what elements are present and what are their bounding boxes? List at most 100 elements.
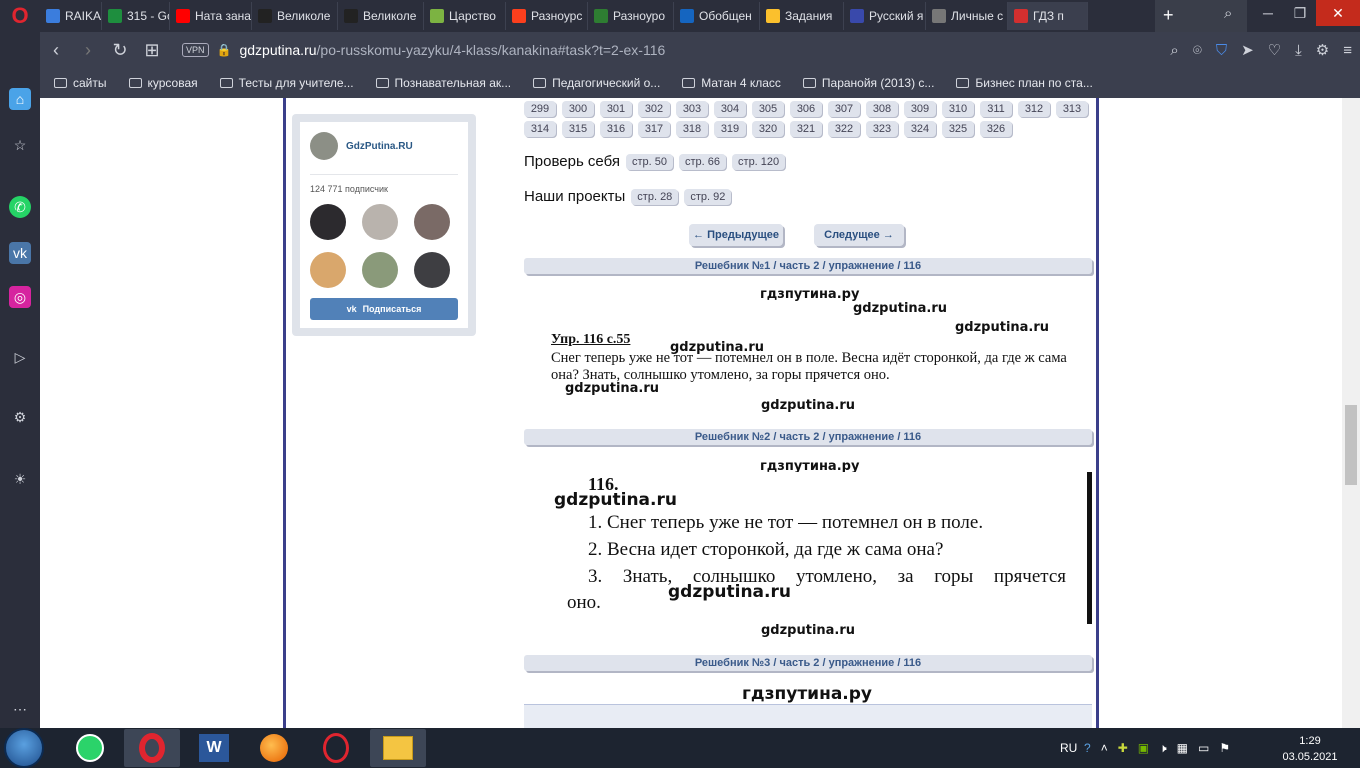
home-icon[interactable]: ⌂: [9, 88, 31, 110]
section-bar-2[interactable]: Решебник №2 / часть 2 / упражнение / 116: [524, 429, 1092, 445]
bookmark-item[interactable]: Познавательная ак...: [375, 76, 511, 90]
vk-icon[interactable]: vk: [9, 242, 31, 264]
page-link[interactable]: 308: [866, 101, 898, 117]
tabs-grid-icon[interactable]: ⊞: [136, 40, 168, 61]
page-link[interactable]: 301: [600, 101, 632, 117]
vk-subscribe-button[interactable]: vk Подписаться: [310, 298, 458, 320]
page-link[interactable]: 309: [904, 101, 936, 117]
search-icon[interactable]: ⌕: [1170, 42, 1178, 59]
avatar[interactable]: [362, 204, 398, 240]
word-icon[interactable]: W: [186, 729, 242, 767]
minimize-button[interactable]: ─: [1252, 0, 1284, 26]
reload-button[interactable]: ↻: [104, 40, 136, 61]
page-link[interactable]: 303: [676, 101, 708, 117]
vpn-badge[interactable]: VPN: [182, 43, 209, 57]
page-link[interactable]: 322: [828, 121, 860, 137]
flag-icon[interactable]: ⚑: [1219, 741, 1230, 755]
page-link[interactable]: 307: [828, 101, 860, 117]
section-bar-1[interactable]: Решебник №1 / часть 2 / упражнение / 116: [524, 258, 1092, 274]
browser-tab[interactable]: Разноурс: [506, 2, 588, 30]
page-link[interactable]: 316: [600, 121, 632, 137]
browser-tab[interactable]: Великоле: [338, 2, 424, 30]
page-link[interactable]: 320: [752, 121, 784, 137]
cloud-app-icon[interactable]: [62, 729, 118, 767]
bookmark-item[interactable]: Тесты для учителе...: [219, 76, 354, 90]
network-icon[interactable]: ▦: [1177, 741, 1188, 755]
browser-tab[interactable]: Русский я: [844, 2, 926, 30]
back-button[interactable]: ‹: [40, 40, 72, 61]
page-link[interactable]: 317: [638, 121, 670, 137]
page-link[interactable]: стр. 50: [626, 153, 674, 170]
page-link[interactable]: стр. 28: [631, 188, 679, 205]
page-link[interactable]: 304: [714, 101, 746, 117]
page-link[interactable]: 326: [980, 121, 1012, 137]
browser-tab[interactable]: Великоле: [252, 2, 338, 30]
page-link[interactable]: 305: [752, 101, 784, 117]
app-tray-icon[interactable]: ✚: [1118, 741, 1128, 755]
avatar[interactable]: [362, 252, 398, 288]
browser-tab[interactable]: Разноуро: [588, 2, 674, 30]
page-link[interactable]: 321: [790, 121, 822, 137]
player-icon[interactable]: ▷: [9, 346, 31, 368]
next-button[interactable]: Следущее →: [814, 224, 904, 246]
clock[interactable]: 1:29 03.05.2021: [1282, 733, 1338, 765]
page-link[interactable]: 313: [1056, 101, 1088, 117]
browser-tab[interactable]: 315 - Goo: [102, 2, 170, 30]
heart-icon[interactable]: ♡: [1268, 41, 1281, 59]
close-window-button[interactable]: ✕: [1316, 0, 1360, 26]
page-link[interactable]: стр. 120: [732, 153, 786, 170]
extensions-icon[interactable]: ⚙: [1316, 41, 1329, 59]
tab-search-icon[interactable]: ⌕: [1224, 5, 1232, 22]
download-icon[interactable]: ⤓: [1295, 42, 1302, 59]
whatsapp-icon[interactable]: ✆: [9, 196, 31, 218]
page-link[interactable]: стр. 66: [679, 153, 727, 170]
camera-icon[interactable]: ⌾: [1193, 42, 1202, 59]
browser-tab[interactable]: Личные с: [926, 2, 1008, 30]
avatar[interactable]: [414, 252, 450, 288]
section-bar-3[interactable]: Решебник №3 / часть 2 / упражнение / 116: [524, 655, 1092, 671]
maximize-button[interactable]: ❐: [1284, 0, 1316, 26]
scrollbar-thumb[interactable]: [1345, 405, 1357, 485]
lock-icon[interactable]: 🔒: [217, 43, 232, 57]
page-link[interactable]: 310: [942, 101, 974, 117]
browser-tab[interactable]: RAIKAHO: [40, 2, 102, 30]
shield-icon[interactable]: ⛉: [1216, 42, 1227, 59]
bookmark-item[interactable]: Педагогический о...: [533, 76, 660, 90]
star-icon[interactable]: ☆: [9, 134, 31, 156]
vk-group-name[interactable]: GdzPutina.RU: [346, 141, 413, 152]
file-explorer-icon[interactable]: [370, 729, 426, 767]
opera-gx-icon[interactable]: [308, 729, 364, 767]
bookmark-item[interactable]: Матан 4 класс: [682, 76, 781, 90]
prev-button[interactable]: ← Предыдущее: [689, 224, 783, 246]
opera-menu-button[interactable]: O: [0, 0, 40, 32]
send-icon[interactable]: ➤: [1241, 41, 1254, 59]
instagram-icon[interactable]: ◎: [9, 286, 31, 308]
display-icon[interactable]: ▭: [1198, 741, 1209, 755]
avatar[interactable]: [310, 204, 346, 240]
bookmark-item[interactable]: курсовая: [128, 76, 198, 90]
help-icon[interactable]: ?: [1084, 741, 1091, 755]
firefox-icon[interactable]: [246, 729, 302, 767]
volume-icon[interactable]: 🕨: [1159, 741, 1167, 756]
new-tab-button[interactable]: +: [1155, 0, 1247, 32]
browser-tab[interactable]: Задания: [760, 2, 844, 30]
opera-taskbar-icon[interactable]: [124, 729, 180, 767]
arrow-up-icon[interactable]: ˄: [1101, 741, 1108, 755]
page-link[interactable]: 315: [562, 121, 594, 137]
vk-group-avatar[interactable]: [310, 132, 338, 160]
page-link[interactable]: 302: [638, 101, 670, 117]
avatar[interactable]: [310, 252, 346, 288]
page-link[interactable]: 306: [790, 101, 822, 117]
bookmark-item[interactable]: Бизнес план по ста...: [956, 76, 1093, 90]
menu-icon[interactable]: ≡: [1343, 42, 1352, 59]
page-link[interactable]: 318: [676, 121, 708, 137]
browser-tab[interactable]: Обобщен: [674, 2, 760, 30]
browser-tab[interactable]: Царство: [424, 2, 506, 30]
forward-button[interactable]: ›: [72, 40, 104, 61]
avatar[interactable]: [414, 204, 450, 240]
start-button[interactable]: [4, 728, 44, 768]
nvidia-icon[interactable]: ▣: [1138, 741, 1149, 755]
bookmark-item[interactable]: сайты: [54, 76, 107, 90]
page-link[interactable]: 299: [524, 101, 556, 117]
bookmark-item[interactable]: Паранойя (2013) с...: [802, 76, 934, 90]
